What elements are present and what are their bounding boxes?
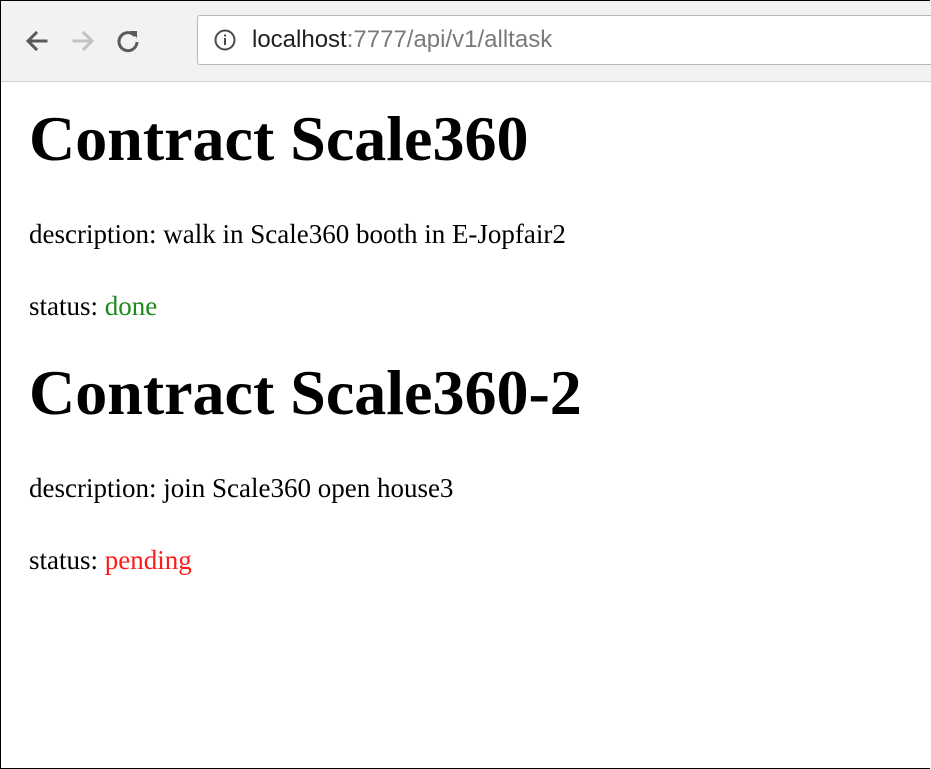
status-label: status: xyxy=(29,291,105,321)
address-url[interactable]: localhost:7777/api/v1/alltask xyxy=(252,26,552,54)
task-status: status: done xyxy=(29,290,930,322)
task-status: status: pending xyxy=(29,544,930,576)
forward-button[interactable] xyxy=(65,23,101,59)
url-path: :7777/api/v1/alltask xyxy=(346,26,553,53)
status-value: done xyxy=(104,291,158,321)
arrow-right-icon xyxy=(72,30,95,52)
address-bar[interactable]: localhost:7777/api/v1/alltask xyxy=(197,15,931,65)
description-label: description: xyxy=(29,473,164,503)
task-entry: Contract Scale360-2 description: join Sc… xyxy=(29,356,930,576)
description-value: walk in Scale360 booth in E-Jopfair2 xyxy=(163,219,566,249)
task-title: Contract Scale360-2 xyxy=(29,357,582,428)
info-icon[interactable] xyxy=(214,29,236,51)
description-label: description: xyxy=(29,219,164,249)
task-title: Contract Scale360 xyxy=(29,103,529,174)
description-value: join Scale360 open house3 xyxy=(163,473,454,503)
back-button[interactable] xyxy=(19,23,55,59)
browser-toolbar: localhost:7777/api/v1/alltask xyxy=(1,1,931,82)
task-entry: Contract Scale360 description: walk in S… xyxy=(29,82,930,322)
task-description: description: walk in Scale360 booth in E… xyxy=(29,218,930,250)
reload-icon xyxy=(117,31,139,53)
reload-button[interactable] xyxy=(110,23,146,59)
url-host: localhost xyxy=(252,26,347,53)
status-value: pending xyxy=(104,545,192,575)
status-label: status: xyxy=(29,545,105,575)
page-content: Contract Scale360 description: walk in S… xyxy=(29,82,930,576)
arrow-left-icon xyxy=(25,30,48,52)
task-description: description: join Scale360 open house3 xyxy=(29,472,930,504)
browser-window: localhost:7777/api/v1/alltask Contract S… xyxy=(0,0,931,769)
